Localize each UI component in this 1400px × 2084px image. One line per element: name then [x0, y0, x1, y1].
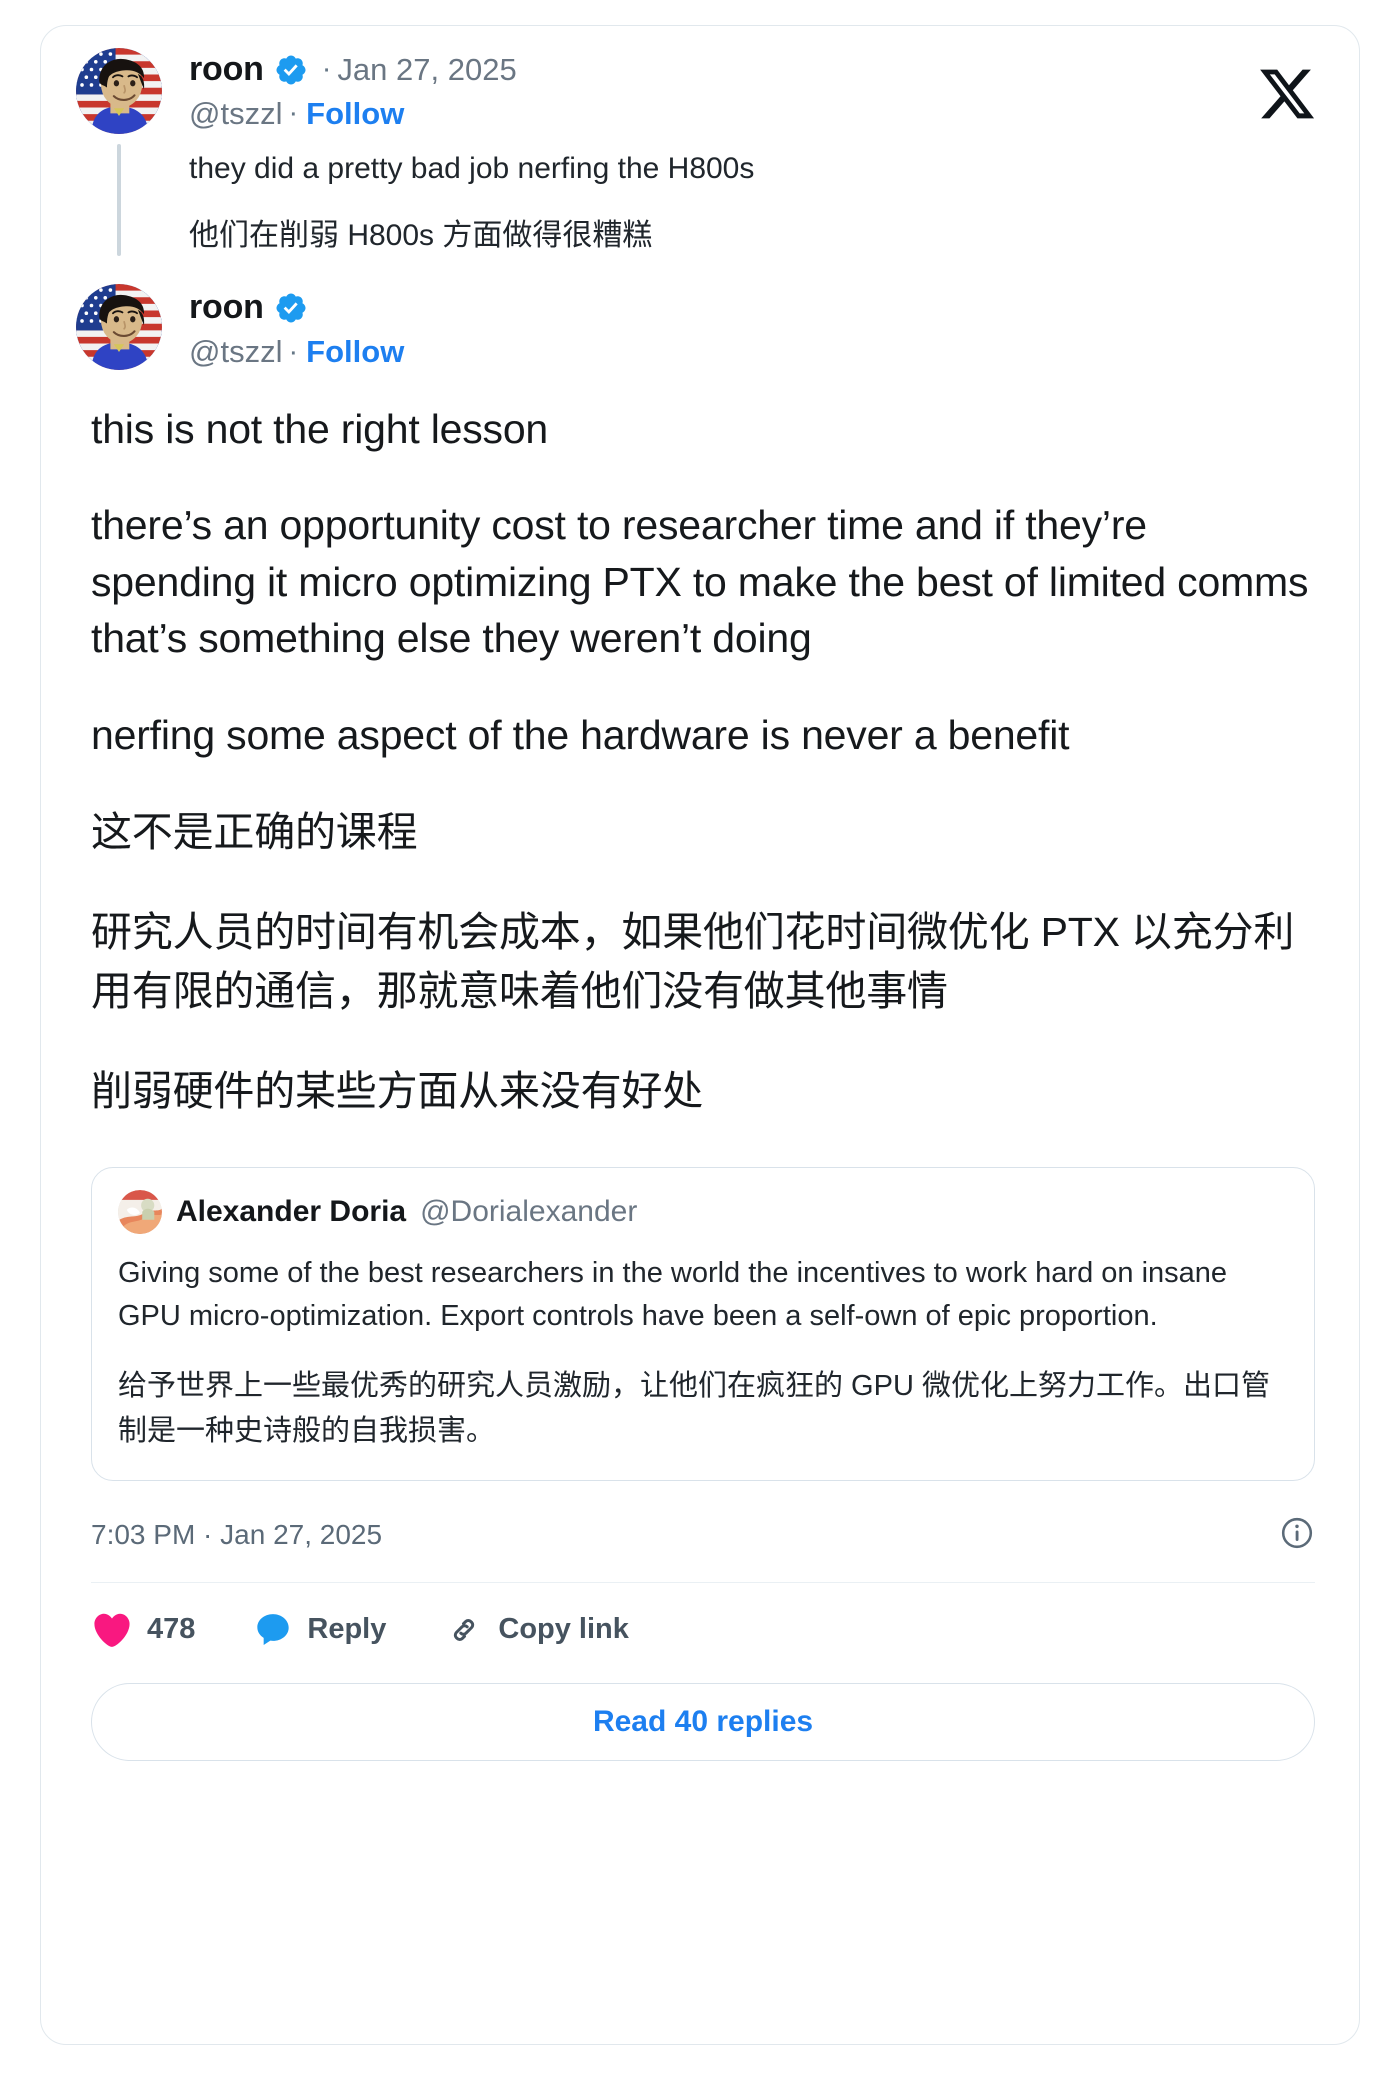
verified-badge-icon [274, 291, 308, 325]
like-count: 478 [147, 1613, 196, 1646]
quoted-text-zh: 给予世界上一些最优秀的研究人员激励，让他们在疯狂的 GPU 微优化上努力工作。出… [118, 1370, 1270, 1447]
quoted-tweet-card[interactable]: Alexander Doria @Dorialexander Giving so… [91, 1167, 1315, 1481]
main-paragraph-en-2: there’s an opportunity cost to researche… [91, 502, 1309, 662]
main-paragraph-zh-1: 这不是正确的课程 [91, 809, 418, 856]
main-handle-separator-dot: · [288, 335, 299, 368]
follow-button[interactable]: Follow [306, 333, 404, 370]
avatar[interactable] [76, 284, 162, 371]
main-paragraph-en-3: nerfing some aspect of the hardware is n… [91, 711, 1070, 758]
main-tweet-header: roon @tszzl · Follow [41, 284, 1359, 371]
link-chain-icon [444, 1610, 484, 1650]
like-button[interactable]: 478 [91, 1609, 195, 1651]
main-tweet-author: roon @tszzl · Follow [167, 284, 1329, 370]
main-paragraph-en-1: this is not the right lesson [91, 405, 549, 452]
avatar[interactable] [76, 48, 162, 134]
parent-handle-separator-dot: · [288, 97, 299, 130]
parent-tweet-text: they did a pretty bad job nerfing the H8… [189, 146, 1329, 258]
quoted-display-name[interactable]: Alexander Doria [176, 1195, 406, 1229]
thread-connector-line [117, 144, 121, 257]
main-handle-row: @tszzl · Follow [189, 333, 1329, 370]
comment-bubble-icon [253, 1610, 293, 1650]
avatar[interactable] [118, 1190, 162, 1235]
read-replies-button[interactable]: Read 40 replies [91, 1682, 1315, 1761]
parent-tweet-text-en: they did a pretty bad job nerfing the H8… [189, 152, 755, 186]
timestamp-row: 7:03 PM · Jan 27, 2025 [91, 1515, 1315, 1583]
main-name-row: roon [189, 288, 1329, 327]
main-paragraph-zh-2: 研究人员的时间有机会成本，如果他们花时间微优化 PTX 以充分利用有限的通信，那… [91, 908, 1295, 1015]
parent-avatar-column [71, 48, 167, 258]
copy-link-label: Copy link [498, 1613, 629, 1646]
reply-button[interactable]: Reply [253, 1610, 386, 1650]
read-replies-label: Read 40 replies [592, 1704, 814, 1738]
parent-tweet-content: roon · Jan 27, 2025 @tszzl · Follow they [167, 48, 1329, 258]
quoted-text-en: Giving some of the best researchers in t… [118, 1257, 1228, 1333]
quoted-tweet-header: Alexander Doria @Dorialexander [118, 1190, 1288, 1235]
verified-badge-icon [274, 53, 308, 87]
main-paragraph-zh-3: 削弱硬件的某些方面从来没有好处 [91, 1067, 703, 1114]
parent-handle-row: @tszzl · Follow [189, 95, 1329, 132]
parent-separator-dot: · [321, 52, 332, 85]
tweet-action-bar: 478 Reply Copy link [91, 1609, 1315, 1651]
parent-tweet: roon · Jan 27, 2025 @tszzl · Follow they [41, 26, 1359, 258]
screenshot-root: roon · Jan 27, 2025 @tszzl · Follow they [0, 0, 1400, 2084]
parent-handle[interactable]: @tszzl [189, 95, 282, 132]
parent-name-row: roon · Jan 27, 2025 [189, 50, 1329, 89]
heart-icon [91, 1609, 133, 1651]
follow-button[interactable]: Follow [306, 95, 404, 132]
quoted-handle[interactable]: @Dorialexander [420, 1195, 637, 1229]
copy-link-button[interactable]: Copy link [444, 1610, 629, 1650]
parent-display-name[interactable]: roon [189, 50, 264, 89]
info-circle-icon[interactable] [1279, 1515, 1315, 1556]
main-tweet-body: this is not the right lesson there’s an … [41, 401, 1359, 1122]
reply-label: Reply [307, 1613, 387, 1646]
parent-date[interactable]: Jan 27, 2025 [337, 52, 516, 88]
main-display-name[interactable]: roon [189, 288, 264, 327]
embedded-tweet-card: roon · Jan 27, 2025 @tszzl · Follow they [40, 25, 1360, 2045]
main-avatar-column [71, 284, 167, 371]
tweet-timestamp[interactable]: 7:03 PM · Jan 27, 2025 [91, 1519, 382, 1551]
parent-tweet-text-zh: 他们在削弱 H800s 方面做得很糟糕 [189, 219, 653, 253]
main-handle[interactable]: @tszzl [189, 333, 282, 370]
